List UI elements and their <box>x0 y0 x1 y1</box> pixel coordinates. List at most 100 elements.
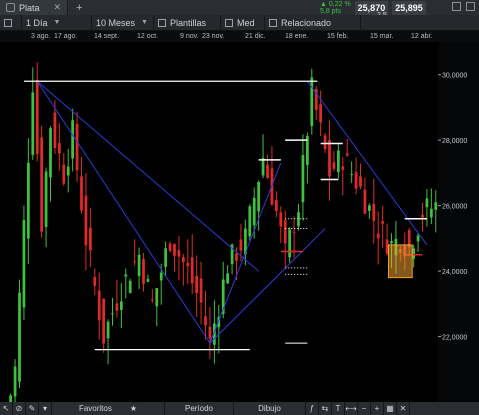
chevron-down-icon: ▼ <box>141 19 148 26</box>
candle-up <box>159 272 163 281</box>
candle-down <box>133 261 137 263</box>
change-points: 5,8 pts <box>320 7 342 15</box>
candle-down <box>359 176 362 187</box>
template-icon <box>158 18 166 27</box>
period-button[interactable]: Período <box>165 402 234 415</box>
candle-down <box>62 164 66 184</box>
candle-up <box>350 174 354 176</box>
candle-down <box>341 166 345 170</box>
candle-down <box>292 231 296 233</box>
time-tick: 12 abr. <box>411 33 433 40</box>
tool-menu[interactable]: ▾ <box>39 402 52 415</box>
candle-up <box>297 212 300 227</box>
candle-up <box>106 321 110 339</box>
favorites-button[interactable]: Favoritos ★ <box>52 402 165 415</box>
close-tab-icon[interactable]: ✕ <box>54 2 62 13</box>
candle-down <box>235 253 238 261</box>
trendline <box>209 162 282 344</box>
cursor-tool[interactable]: ↖ <box>0 402 13 415</box>
candle-up <box>22 220 26 308</box>
price-type-button[interactable]: Med <box>221 14 265 31</box>
candle-up <box>49 128 52 178</box>
candle-down <box>102 298 106 344</box>
candle-down <box>239 239 243 251</box>
candle-up <box>248 206 252 237</box>
price-type-icon <box>225 18 233 27</box>
candle-up <box>71 120 75 159</box>
time-tick: 17 ago. <box>54 33 78 40</box>
zoom-out-button[interactable]: − <box>358 402 371 415</box>
candle-down <box>40 137 44 232</box>
trendline <box>36 80 259 272</box>
add-tab-button[interactable]: + <box>76 2 82 14</box>
candle-down <box>142 258 145 284</box>
chart-type-button[interactable] <box>0 14 22 31</box>
period-label: Período <box>184 404 214 413</box>
text-tool[interactable]: T <box>332 402 345 415</box>
price-tick-label: 26,0000 <box>442 204 467 211</box>
candle-down <box>35 79 39 155</box>
candle-down <box>93 276 97 286</box>
candle-down <box>186 262 190 267</box>
time-tick: 9 nov. <box>180 33 199 40</box>
templates-button[interactable]: Plantillas <box>154 14 221 31</box>
candle-down <box>421 214 424 218</box>
price-tick-label: 24,0000 <box>442 269 467 276</box>
chart-window-icon <box>6 3 15 12</box>
candle-down <box>279 212 283 227</box>
zoom-in-button[interactable]: + <box>371 402 384 415</box>
range-select[interactable]: 10 Meses ▼ <box>92 14 154 31</box>
candle-down <box>84 195 88 246</box>
candle-down <box>181 257 185 263</box>
close-chart-button[interactable]: ✕ <box>397 402 410 415</box>
candle-down <box>345 153 349 156</box>
time-tick: 18 ene. <box>285 33 309 40</box>
candle-up <box>390 241 393 244</box>
price-chart[interactable]: 30,0000 28,0000 26,0000 24,0000 22,0000 <box>0 42 479 402</box>
ruler-tool[interactable]: ⟷ <box>345 402 358 415</box>
interval-select[interactable]: 1 Día ▼ <box>22 14 92 31</box>
star-icon: ★ <box>129 404 138 413</box>
price-tick-label: 28,0000 <box>442 138 467 145</box>
compare-tool[interactable]: ⇆ <box>319 402 332 415</box>
candle-up <box>367 205 371 211</box>
related-label: Relacionado <box>281 17 332 28</box>
candle-up <box>425 198 429 208</box>
line-tool[interactable]: ✎ <box>26 402 39 415</box>
candle-down <box>372 203 376 221</box>
trendline <box>306 80 428 246</box>
fx-tool[interactable]: ƒ <box>306 402 319 415</box>
time-axis: 3 ago. 17 ago. 14 sept. 12 oct. 9 nov. 2… <box>0 31 479 42</box>
related-button[interactable]: Relacionado <box>265 14 361 31</box>
candle-up <box>226 273 230 284</box>
candle-down <box>190 257 194 284</box>
candle-up <box>111 313 114 315</box>
candle-down <box>150 299 154 301</box>
instrument-tab[interactable]: Plata ✕ <box>0 0 69 15</box>
candle-down <box>376 233 380 239</box>
ruler-icon: ⟷ <box>345 404 357 413</box>
maximize-window-icon[interactable] <box>466 2 475 11</box>
candle-up <box>164 248 168 267</box>
candle-down <box>328 140 331 177</box>
chart-toolbar: 1 Día ▼ 10 Meses ▼ Plantillas Med Relacion… <box>0 14 479 31</box>
candle-up <box>13 366 17 397</box>
candle-down <box>332 162 336 169</box>
indicator-icon: ƒ <box>309 404 315 413</box>
candle-up <box>155 288 159 307</box>
buy-price-button[interactable]: 25,895 <box>392 0 426 15</box>
candle-down <box>283 220 287 244</box>
candle-up <box>119 301 123 310</box>
price-tick-label: 22,0000 <box>442 335 467 342</box>
grid-button[interactable]: ▦ <box>384 402 397 415</box>
change-indicator: 0,22 % 5,8 pts <box>320 1 351 15</box>
candle-down <box>168 243 172 251</box>
range-value: 10 Meses <box>96 17 136 28</box>
minus-icon: − <box>361 404 367 413</box>
detach-window-icon[interactable] <box>452 2 461 11</box>
drawing-button[interactable]: Dibujo <box>234 402 306 415</box>
no-tool[interactable]: ⊘ <box>13 402 26 415</box>
plus-icon: + <box>374 404 380 413</box>
time-tick: 15 mar. <box>370 33 394 40</box>
candle-down <box>354 172 358 189</box>
